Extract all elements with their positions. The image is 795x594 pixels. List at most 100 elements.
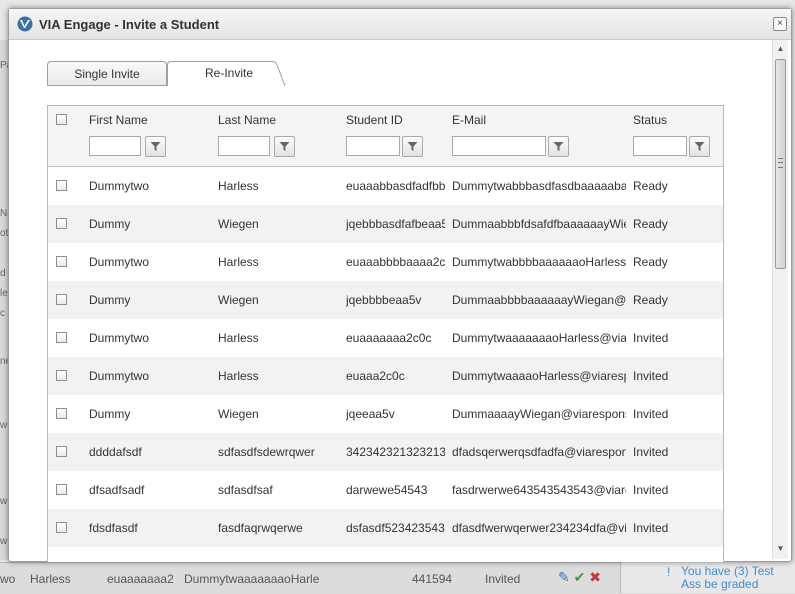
email-filter-button[interactable] — [548, 136, 569, 157]
invite-student-dialog: VIA Engage - Invite a Student × Single I… — [8, 8, 792, 562]
email-cell: DummaaaayWiegan@viarespons — [452, 407, 626, 421]
student-id-filter-button[interactable] — [402, 136, 423, 157]
bg-email: DummytwaaaaaaaoHarle — [184, 572, 320, 586]
row-checkbox[interactable] — [56, 294, 67, 305]
table-row[interactable]: Dummytwo Harless euaaa2c0c DummytwaaaaoHarl… — [48, 357, 723, 395]
bg-fragment: le — [0, 288, 8, 299]
first-name-filter-button[interactable] — [145, 136, 166, 157]
column-status[interactable]: Status — [633, 113, 667, 127]
last-name-cell: Harless — [218, 179, 259, 193]
bg-fragment: w — [0, 420, 8, 431]
student-id-cell: euaaa2c0c — [346, 369, 405, 383]
status-cell: Invited — [633, 483, 669, 497]
filter-icon — [407, 142, 418, 151]
student-id-cell: jqebbbasdfafbeaa5 — [346, 217, 445, 231]
status-cell: Invited — [633, 331, 669, 345]
vertical-scrollbar[interactable]: ▲ ▼ — [772, 40, 788, 559]
first-name-cell: Dummy — [89, 407, 131, 421]
student-id-cell: euaaabbasdfadfbb — [346, 179, 445, 193]
first-name-cell: fdsdfasdf — [89, 521, 138, 535]
close-button[interactable]: × — [773, 17, 787, 31]
row-checkbox[interactable] — [56, 408, 67, 419]
table-row[interactable]: Dummytwo Harless euaaaaaaa2c0c Dummytwaaaaa… — [48, 319, 723, 357]
first-name-filter-input[interactable] — [89, 136, 141, 156]
bg-first-name: wo — [0, 572, 16, 586]
first-name-cell: Dummytwo — [89, 331, 150, 345]
last-name-filter-input[interactable] — [218, 136, 270, 156]
first-name-cell: Dummy — [89, 217, 131, 231]
status-filter-input[interactable] — [633, 136, 687, 156]
tab-divider — [47, 85, 167, 86]
last-name-cell: Wiegen — [218, 293, 259, 307]
student-id-cell: dsfasdf5234235435 — [346, 521, 445, 535]
scroll-up-arrow-icon[interactable]: ▲ — [773, 42, 788, 56]
tab-label: Re-Invite — [204, 66, 254, 80]
student-id-filter-input[interactable] — [346, 136, 400, 156]
column-last-name[interactable]: Last Name — [218, 113, 276, 127]
last-name-cell: Wiegen — [218, 407, 259, 421]
status-filter-button[interactable] — [689, 136, 710, 157]
last-name-cell: fasdfaqrwqerwe — [218, 521, 303, 535]
status-cell: Ready — [633, 255, 668, 269]
via-logo-icon — [17, 16, 33, 32]
delete-icon: ✖ — [589, 569, 601, 585]
table-row[interactable]: Dummy Wiegen jqeeaa5v DummaaaayWiegan@viare… — [48, 395, 723, 433]
tab-single-invite[interactable]: Single Invite — [47, 61, 167, 86]
scroll-thumb[interactable] — [775, 59, 786, 269]
last-name-cell: Harless — [218, 369, 259, 383]
row-checkbox[interactable] — [56, 218, 67, 229]
email-cell: dfasdfwerwqerwer234234dfa@via — [452, 521, 626, 535]
notice-text: You have (3) Test Ass be graded — [681, 564, 774, 591]
last-name-cell: sdfasdfsdewrqwer — [218, 445, 315, 459]
email-cell: fasdrwerwe643543543543@viares — [452, 483, 626, 497]
tab-re-invite[interactable]: Re-Invite — [167, 61, 291, 87]
student-id-cell: euaaaaaaa2c0c — [346, 331, 432, 345]
select-all-checkbox[interactable] — [56, 114, 67, 125]
column-email[interactable]: E-Mail — [452, 113, 486, 127]
row-checkbox[interactable] — [56, 256, 67, 267]
grip-icon — [778, 158, 783, 168]
table-row[interactable]: Dummy Wiegen jqebbbbeaa5v Dummaabbbbaaaaaay… — [48, 281, 723, 319]
last-name-filter-button[interactable] — [274, 136, 295, 157]
first-name-cell: Dummytwo — [89, 369, 150, 383]
first-name-cell: Dummytwo — [89, 179, 150, 193]
column-first-name[interactable]: First Name — [89, 113, 148, 127]
scroll-down-arrow-icon[interactable]: ▼ — [773, 542, 788, 556]
email-filter-input[interactable] — [452, 136, 546, 156]
first-name-cell: ddddafsdf — [89, 445, 142, 459]
row-checkbox[interactable] — [56, 332, 67, 343]
row-checkbox[interactable] — [56, 522, 67, 533]
tab-label: Single Invite — [74, 67, 140, 81]
column-student-id[interactable]: Student ID — [346, 113, 403, 127]
table-row[interactable]: Dummytwo Harless euaaabbasdfadfbb Dummytwab… — [48, 167, 723, 205]
table-row[interactable]: fdsdfasdf fasdfaqrwqerwe dsfasdf5234235435… — [48, 509, 723, 547]
bg-number: 441594 — [412, 572, 453, 586]
table-row[interactable]: ddddafsdf sdfasdfsdewrqwer 342342321323213… — [48, 433, 723, 471]
email-cell: DummytwaaaaoHarless@viaresp — [452, 369, 626, 383]
check-icon: ✔ — [573, 569, 586, 585]
status-cell: Ready — [633, 217, 668, 231]
row-checkbox[interactable] — [56, 484, 67, 495]
status-cell: Ready — [633, 179, 668, 193]
bg-fragment: d — [0, 268, 6, 279]
row-checkbox[interactable] — [56, 180, 67, 191]
student-id-cell: darwewe54543 — [346, 483, 428, 497]
row-checkbox[interactable] — [56, 446, 67, 457]
last-name-cell: Harless — [218, 255, 259, 269]
filter-icon — [150, 142, 161, 151]
status-cell: Ready — [633, 293, 668, 307]
table-row[interactable]: Dummytwo Harless euaaabbbbaaaa2c0 Dummytwab… — [48, 243, 723, 281]
table-row[interactable]: Dummy Wiegen jqebbbasdfafbeaa5 Dummaabbbfds… — [48, 205, 723, 243]
bg-last-name: Harless — [30, 572, 71, 586]
filter-icon — [279, 142, 290, 151]
first-name-cell: dfsadfsadf — [89, 483, 145, 497]
email-cell: DummaabbbfdsafdfbaaaaaayWie — [452, 217, 626, 231]
last-name-cell: Harless — [218, 331, 259, 345]
status-cell: Invited — [633, 521, 669, 535]
table-row[interactable]: dfsadfsadf sdfasdfsaf darwewe54543 fasdrwer… — [48, 471, 723, 509]
background-notice: ǃ You have (3) Test Ass be graded — [620, 562, 795, 593]
email-cell: dfadsqerwerqsdfadfa@viarespon — [452, 445, 626, 459]
bg-student-id: euaaaaaaa2 — [107, 572, 174, 586]
row-checkbox[interactable] — [56, 370, 67, 381]
info-icon: ǃ — [667, 565, 671, 579]
